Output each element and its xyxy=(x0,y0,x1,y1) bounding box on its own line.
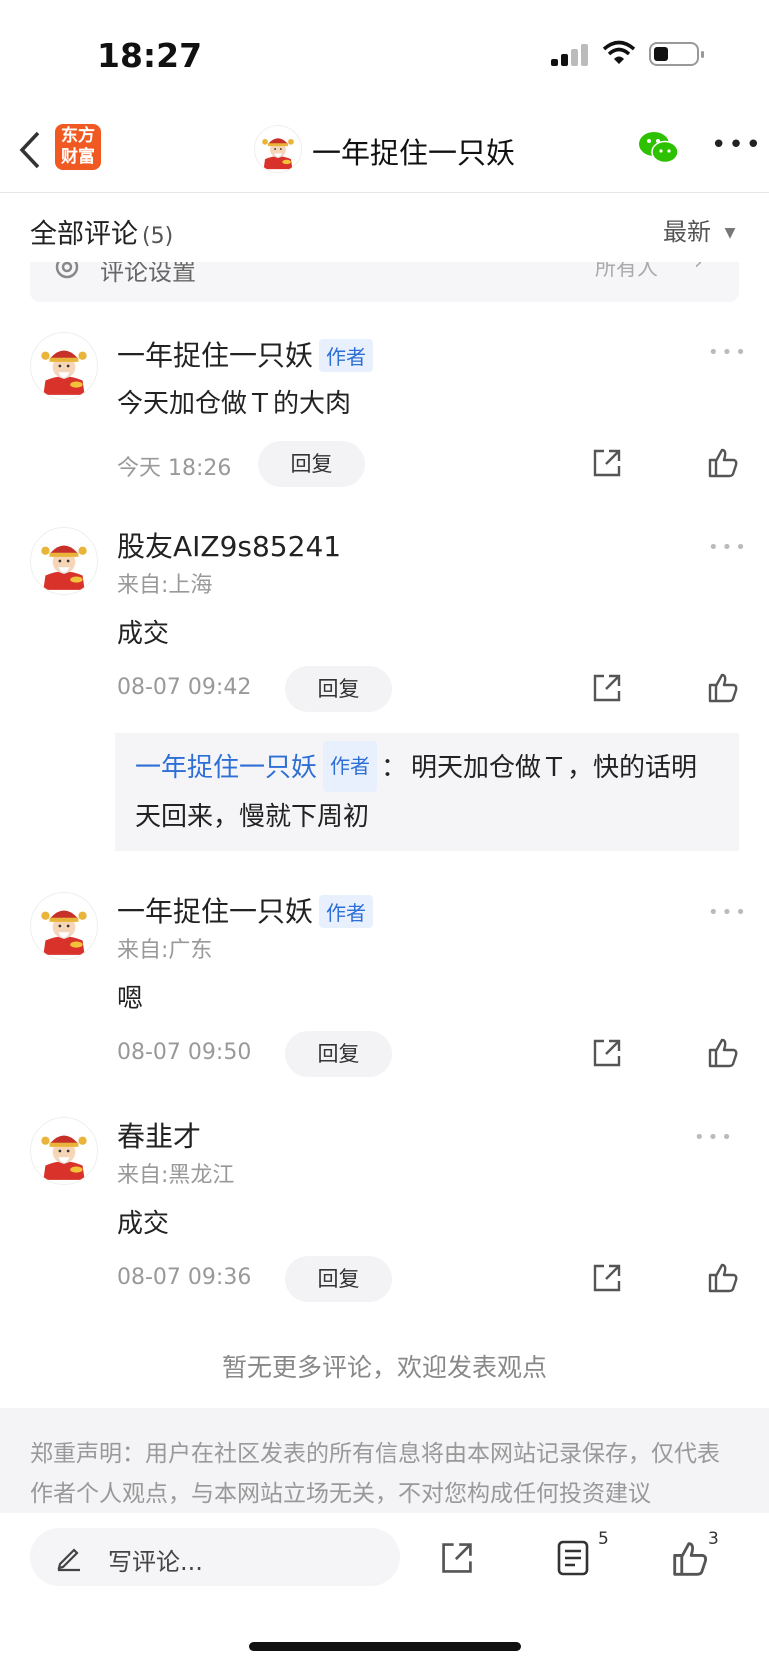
comment-placeholder: 写评论... xyxy=(108,1548,203,1576)
like-icon[interactable] xyxy=(706,1261,740,1295)
comment-location: 来自:黑龙江 xyxy=(117,1163,235,1188)
logo-text-1: 东方 xyxy=(61,126,95,146)
sort-label: 最新 xyxy=(663,218,711,246)
sort-dropdown[interactable]: 最新 ▼ xyxy=(663,212,735,247)
like-icon[interactable] xyxy=(706,1036,740,1070)
comment-text: 嗯 xyxy=(117,984,144,1014)
avatar[interactable] xyxy=(30,1117,98,1185)
author-name: 股友AIZ9s85241 xyxy=(117,530,342,563)
more-menu-icon[interactable]: ••• xyxy=(711,130,763,160)
likes-count: 3 xyxy=(708,1529,719,1549)
settings-label: 评论设置 xyxy=(100,262,196,286)
comment-time: 08-07 09:42 xyxy=(117,675,252,700)
logo-text-2: 财富 xyxy=(61,147,95,167)
quote-separator: ： xyxy=(381,753,408,783)
app-logo[interactable]: 东方 财富 xyxy=(55,124,101,170)
comment-input[interactable]: 写评论... xyxy=(30,1528,400,1586)
comment-text: 成交 xyxy=(117,1209,170,1239)
comment-settings-row[interactable]: 评论设置 所有人 › xyxy=(30,262,739,302)
quoted-author[interactable]: 一年捉住一只妖 xyxy=(135,753,317,783)
home-indicator xyxy=(249,1642,521,1651)
author-badge: 作者 xyxy=(323,741,378,792)
battery-icon xyxy=(649,42,704,66)
pencil-icon xyxy=(57,1548,80,1572)
no-more-comments: 暂无更多评论，欢迎发表观点 xyxy=(221,1353,547,1382)
share-icon[interactable] xyxy=(590,1036,624,1070)
comment-more-icon[interactable]: ••• xyxy=(708,902,749,923)
comment-text: 成交 xyxy=(117,619,170,649)
all-comments-header: 全部评论 (5) xyxy=(30,212,173,251)
author-avatar[interactable] xyxy=(254,125,302,173)
author-name: 一年捉住一只妖 xyxy=(117,895,314,928)
nav-bar: 东方 财富 一年捉住一只妖 ••• xyxy=(0,110,769,193)
avatar[interactable] xyxy=(30,332,98,400)
avatar[interactable] xyxy=(30,527,98,595)
signal-icon xyxy=(551,44,591,66)
caret-down-icon: ▼ xyxy=(724,225,736,241)
like-icon[interactable] xyxy=(706,446,740,480)
comment-author[interactable]: 股友AIZ9s85241 xyxy=(117,525,341,565)
back-icon[interactable] xyxy=(18,130,42,170)
quoted-reply[interactable]: 一年捉住一只妖 作者：明天加仓做Ｔ，快的话明天回来，慢就下周初 xyxy=(115,733,739,851)
avatar[interactable] xyxy=(30,892,98,960)
wechat-icon[interactable] xyxy=(638,130,680,166)
comment-time: 08-07 09:50 xyxy=(117,1040,252,1065)
chevron-right-icon: › xyxy=(694,262,703,275)
gear-icon xyxy=(55,262,79,279)
author-name: 一年捉住一只妖 xyxy=(117,339,314,372)
comment-location: 来自:上海 xyxy=(117,573,213,598)
comment-time: 今天 18:26 xyxy=(117,456,232,481)
reply-button[interactable]: 回复 xyxy=(285,666,392,712)
like-icon[interactable] xyxy=(670,1539,710,1579)
comment-more-icon[interactable]: ••• xyxy=(694,1127,735,1148)
comments-count: 5 xyxy=(598,1529,609,1549)
share-icon[interactable] xyxy=(438,1539,476,1577)
comment-author[interactable]: 一年捉住一只妖 作者 xyxy=(117,890,374,930)
reply-button[interactable]: 回复 xyxy=(258,441,365,487)
author-name: 春韭才 xyxy=(117,1120,202,1153)
author-badge: 作者 xyxy=(319,338,374,372)
status-bar: 18:27 xyxy=(0,0,769,110)
comments-icon[interactable] xyxy=(554,1539,592,1577)
status-time: 18:27 xyxy=(97,36,203,75)
comment-author[interactable]: 一年捉住一只妖 作者 xyxy=(117,334,374,374)
comment-more-icon[interactable]: ••• xyxy=(708,537,749,558)
comment-location: 来自:广东 xyxy=(117,938,213,963)
comment-more-icon[interactable]: ••• xyxy=(708,342,749,363)
share-icon[interactable] xyxy=(590,446,624,480)
page-title: 一年捉住一只妖 xyxy=(312,136,516,170)
share-icon[interactable] xyxy=(590,1261,624,1295)
share-icon[interactable] xyxy=(590,671,624,705)
reply-button[interactable]: 回复 xyxy=(285,1256,392,1302)
settings-value: 所有人 xyxy=(595,262,658,280)
comment-count: (5) xyxy=(142,224,174,249)
comment-author[interactable]: 春韭才 xyxy=(117,1115,201,1155)
comment-time: 08-07 09:36 xyxy=(117,1265,252,1290)
like-icon[interactable] xyxy=(706,671,740,705)
author-badge: 作者 xyxy=(319,894,374,928)
all-comments-label: 全部评论 xyxy=(30,219,138,250)
wifi-icon xyxy=(602,40,636,64)
reply-button[interactable]: 回复 xyxy=(285,1031,392,1077)
disclaimer-text: 郑重声明：用户在社区发表的所有信息将由本网站记录保存，仅代表作者个人观点，与本网… xyxy=(30,1441,720,1507)
disclaimer: 郑重声明：用户在社区发表的所有信息将由本网站记录保存，仅代表作者个人观点，与本网… xyxy=(0,1408,769,1513)
comment-text: 今天加仓做Ｔ的大肉 xyxy=(117,389,352,419)
